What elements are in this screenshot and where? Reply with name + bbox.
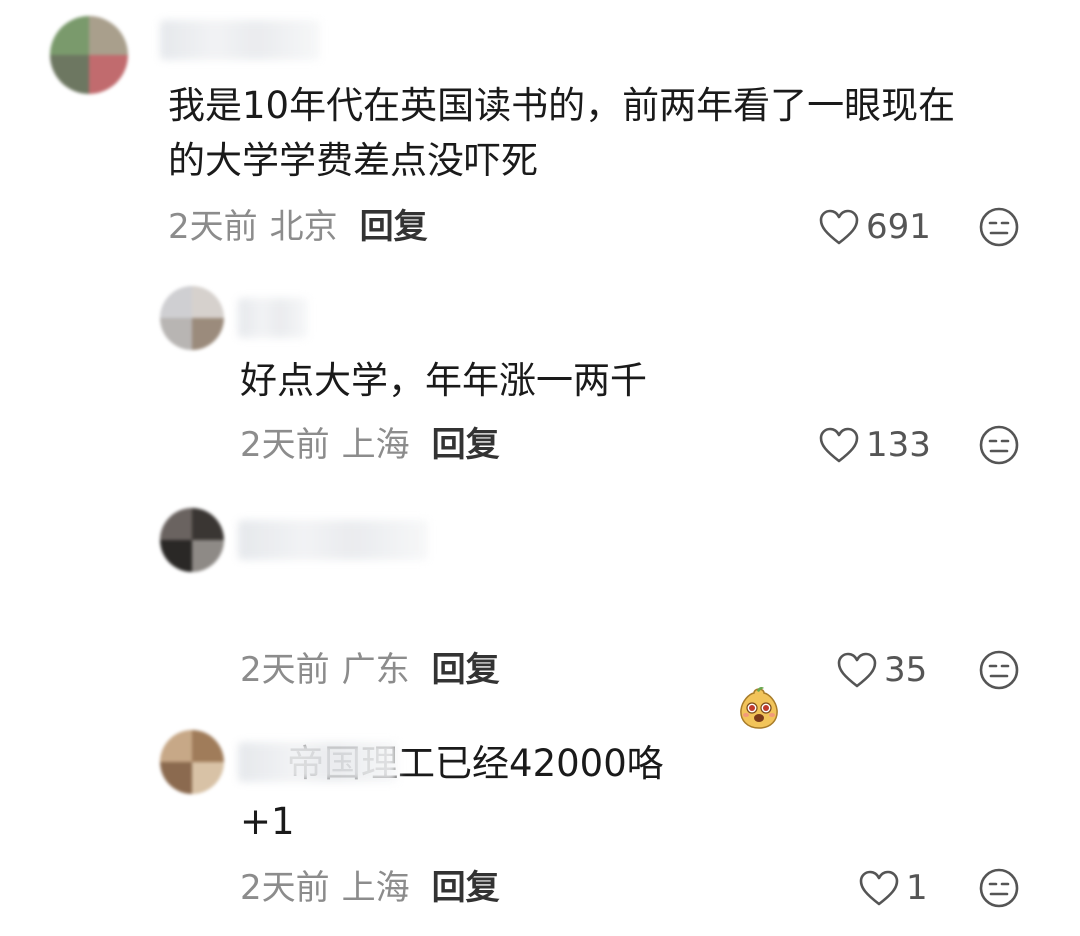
neutral-face-icon [979,650,1019,690]
reaction-button[interactable] [978,206,1020,252]
avatar[interactable] [160,286,224,350]
like-count: 691 [866,207,931,247]
reply-button[interactable]: 回复 [432,650,500,690]
comment-text: 我是10年代在英国读书的，前两年看了一眼现在 的大学学费差点没吓死 [168,84,956,182]
comment-meta: 2天前 上海 回复 [240,868,512,908]
comment-location: 广东 [341,650,410,690]
avatar[interactable] [160,508,224,572]
username-blurred[interactable] [238,742,398,782]
comment-location: 北京 [269,207,338,247]
heart-icon [819,209,859,245]
comment-meta: 2天前 上海 回复 [240,425,512,465]
heart-icon [859,870,899,906]
comment-time: 2天前 [240,425,330,465]
username-blurred[interactable] [160,20,320,60]
comment-3: 帝国理工已经42000咯 2天前 广东 回复 35 [0,500,1080,785]
comment-location: 上海 [341,868,410,908]
comment-time: 2天前 [168,207,258,247]
comment-4: +1 2天前 上海 回复 1 [0,722,1080,932]
reaction-button[interactable] [978,867,1020,913]
comment-text: 好点大学，年年涨一两千 [240,359,647,402]
reaction-button[interactable] [978,424,1020,470]
heart-icon [819,427,859,463]
like-button[interactable]: 133 [818,423,931,467]
comment-time: 2天前 [240,868,330,908]
neutral-face-icon [979,868,1019,908]
reply-button[interactable]: 回复 [432,425,500,465]
username-blurred[interactable] [238,520,428,560]
comment-1: 我是10年代在英国读书的，前两年看了一眼现在 的大学学费差点没吓死 2天前 北京回… [0,0,1080,260]
reply-button[interactable]: 回复 [432,868,500,908]
heart-icon [837,652,877,688]
like-count: 133 [866,425,931,465]
avatar[interactable] [160,730,224,794]
comment-2: 好点大学，年年涨一两千 2天前 上海 回复 133 [0,280,1080,480]
reaction-button[interactable] [978,649,1020,695]
reply-button[interactable]: 回复 [360,207,428,247]
comment-time: 2天前 [240,650,330,690]
comment-meta: 2天前 北京 回复 [168,207,440,247]
comment-text: +1 [240,800,295,843]
like-button[interactable]: 1 [858,866,928,910]
like-count: 1 [906,868,928,908]
neutral-face-icon [979,425,1019,465]
neutral-face-icon [979,207,1019,247]
comment-meta: 2天前 广东 回复 [240,650,512,690]
like-button[interactable]: 35 [836,648,927,692]
username-blurred[interactable] [238,298,308,338]
like-count: 35 [884,650,928,690]
comment-location: 上海 [341,425,410,465]
like-button[interactable]: 691 [818,205,931,249]
avatar[interactable] [50,16,128,94]
